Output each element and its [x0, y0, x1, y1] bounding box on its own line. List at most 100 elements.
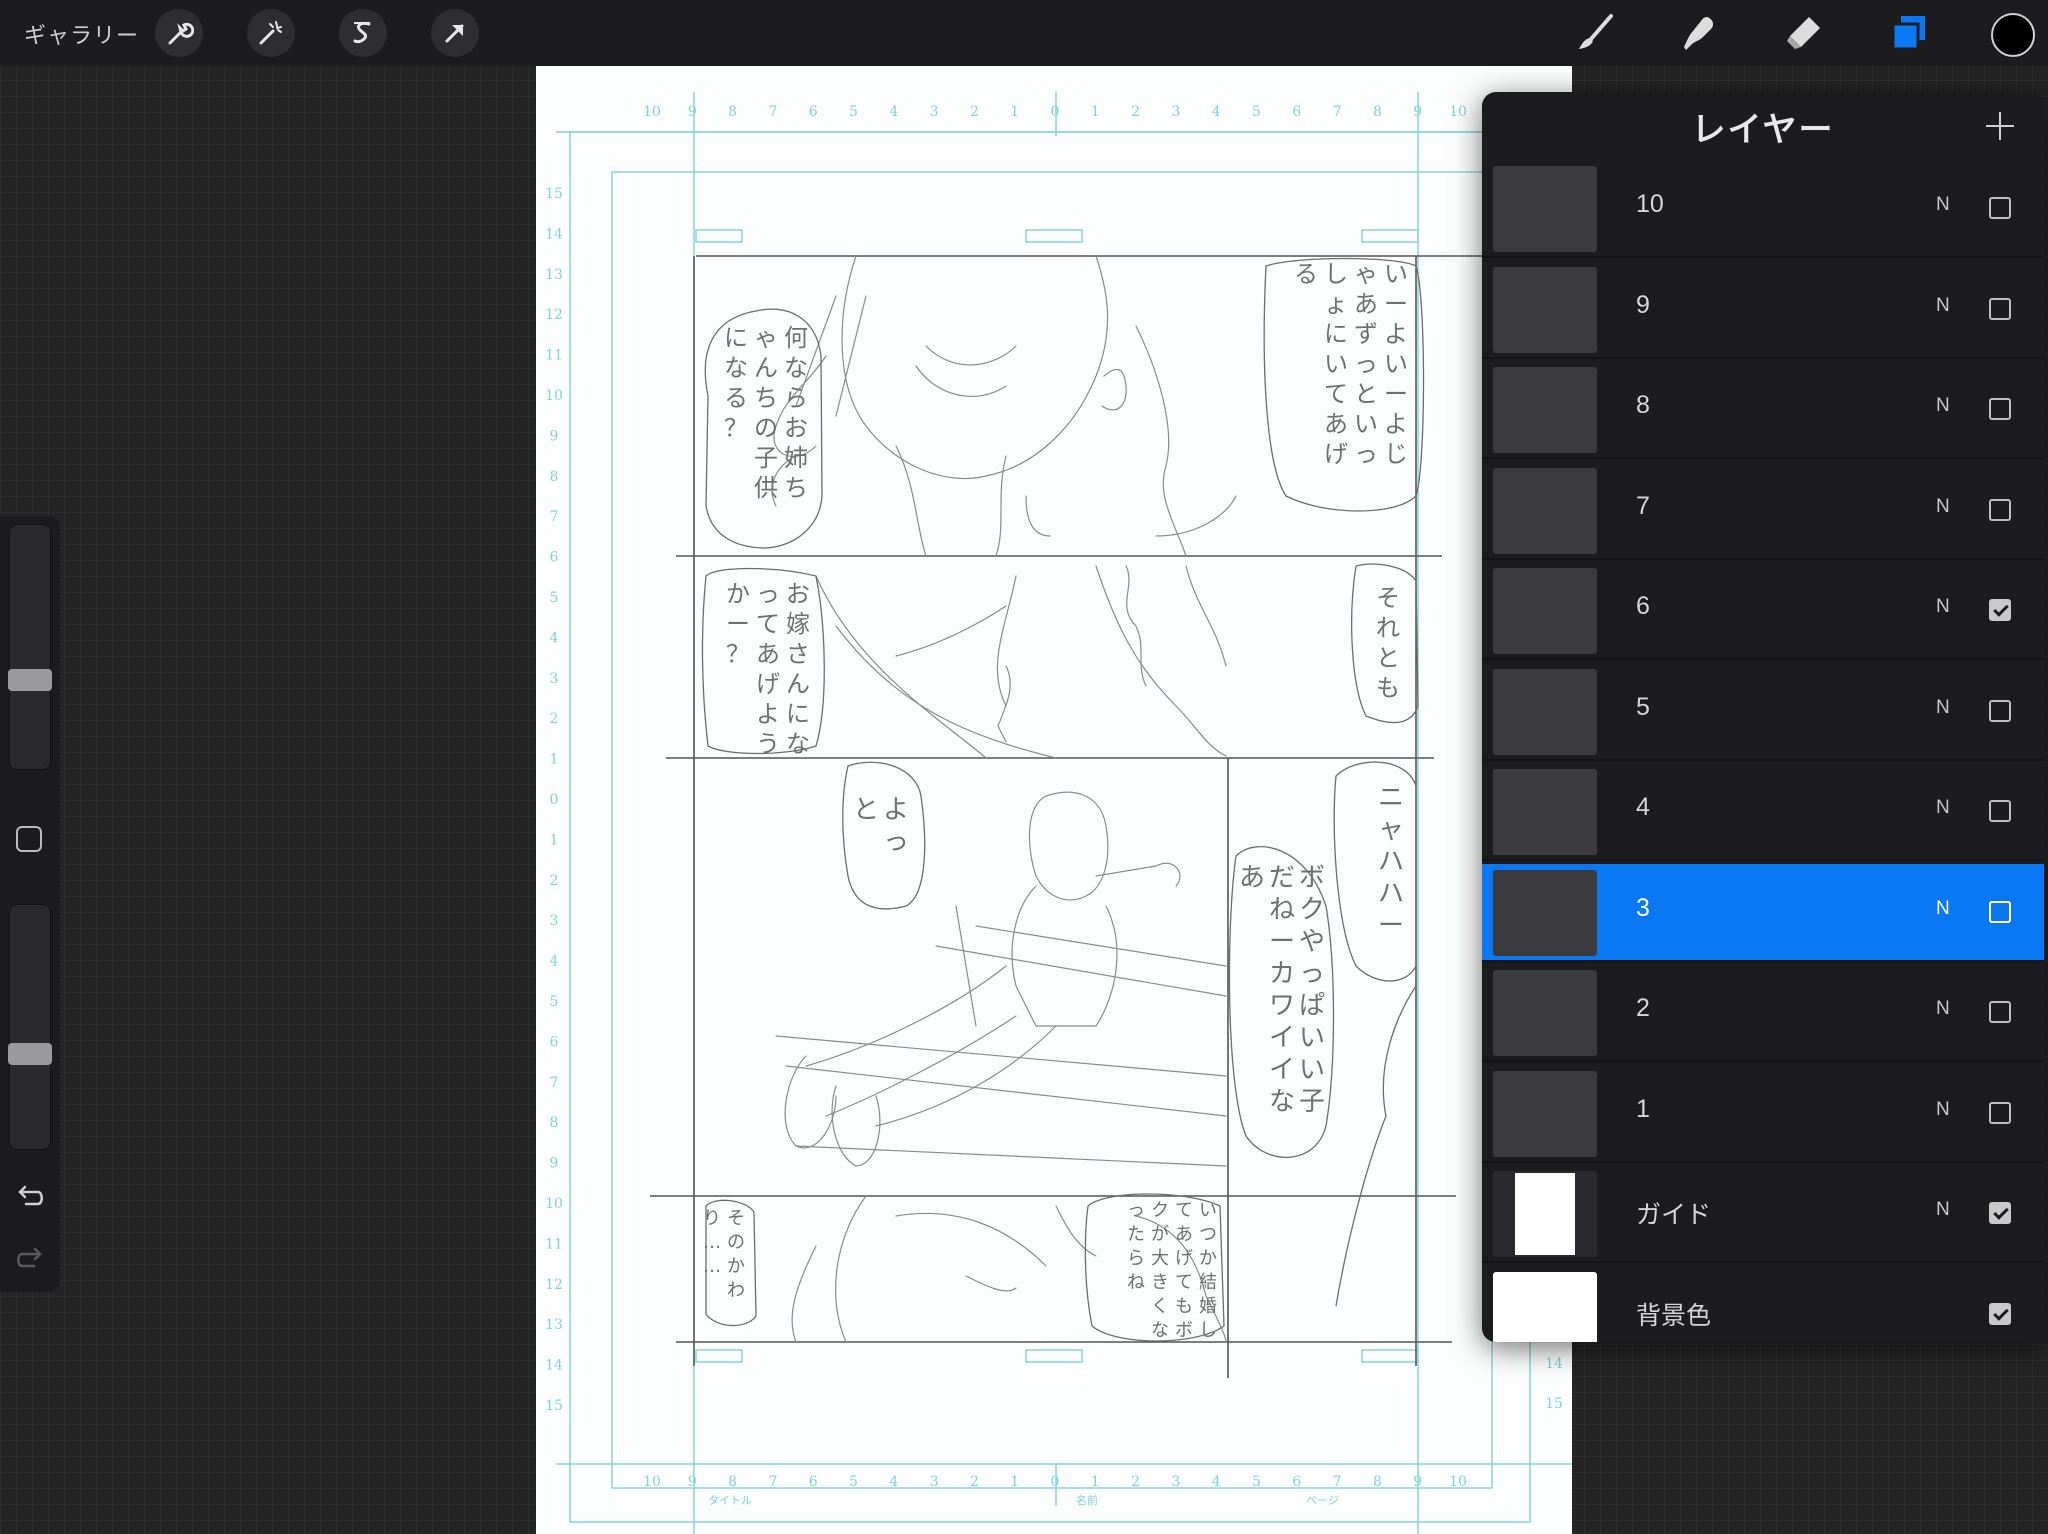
layer-visibility-checkbox[interactable]	[1989, 1202, 2011, 1224]
modify-button[interactable]	[16, 826, 42, 852]
ruler-top-label: 9	[688, 104, 697, 120]
opacity-slider[interactable]	[8, 904, 52, 1150]
layer-visibility-checkbox[interactable]	[1989, 800, 2011, 822]
ruler-top-label: 1	[1010, 104, 1019, 120]
layer-blend-mode[interactable]: N	[1936, 194, 1950, 216]
layer-thumbnail	[1493, 668, 1597, 755]
ruler-right: 14 15	[1545, 1356, 1563, 1412]
layer-visibility-checkbox[interactable]	[1989, 297, 2011, 320]
layer-visibility-checkbox[interactable]	[1989, 398, 2011, 420]
layer-row[interactable]: 7N	[1482, 461, 2044, 560]
ruler-bottom-label: 10	[643, 1474, 661, 1490]
speech-line: よっと	[853, 795, 909, 857]
layer-blend-mode[interactable]: N	[1936, 697, 1950, 719]
layer-name: 3	[1636, 893, 1650, 922]
label-title: タイトル	[708, 1494, 752, 1507]
arrow-cursor-icon	[445, 24, 464, 43]
ruler-left-label: 13	[545, 267, 563, 283]
layers-icon	[1891, 16, 1925, 51]
left-sidebar	[0, 516, 60, 1292]
ruler-bottom-label: 3	[930, 1474, 939, 1490]
layer-visibility-checkbox[interactable]	[1989, 498, 2011, 521]
layer-visibility-checkbox[interactable]	[1989, 900, 2011, 923]
transform-button[interactable]	[431, 9, 479, 57]
eraser-icon	[1787, 17, 1820, 49]
speech-text: 何ならお姉ちゃんちの子供になる？ いーよいーよじゃあずっといっしょにいてあげるお嫁…	[703, 260, 1408, 1341]
layer-blend-mode[interactable]: N	[1936, 295, 1950, 317]
layer-blend-mode[interactable]: N	[1936, 596, 1950, 618]
layer-row[interactable]: ガイド N	[1482, 1165, 2044, 1263]
layer-row[interactable]: 2N	[1482, 964, 2044, 1062]
ruler-left-label: 4	[550, 954, 559, 970]
ruler-bottom-label: 1	[1091, 1474, 1100, 1490]
layer-row[interactable]: 1N	[1482, 1064, 2044, 1163]
layer-blend-mode[interactable]: N	[1936, 898, 1950, 920]
layer-blend-mode[interactable]: N	[1936, 797, 1950, 819]
layer-visibility-checkbox[interactable]	[1989, 1001, 2011, 1023]
ruler-left-label: 1	[550, 832, 559, 848]
actions-button[interactable]	[155, 9, 203, 57]
layer-thumbnail	[1493, 1171, 1597, 1257]
speech-line: 何ならお姉ちゃんちの子供になる？	[724, 324, 808, 502]
layer-thumbnail	[1493, 869, 1597, 956]
layer-blend-mode[interactable]: N	[1936, 1099, 1950, 1121]
color-picker-button[interactable]	[1991, 13, 2035, 57]
layer-row[interactable]: 5N	[1482, 662, 2044, 761]
ruler-left-label: 2	[550, 711, 559, 727]
ruler-left-label: 15	[545, 1398, 563, 1414]
layer-name: 10	[1636, 190, 1664, 218]
drawing-canvas[interactable]: 10 9 8 7 6 5 4 3 2 1 0 1 2 3 4 5 6 7 8 9 10 10 9 8 7 6 5 4 3 2 1 0 1 2 3 4…	[536, 66, 1572, 1534]
layer-blend-mode[interactable]: N	[1936, 998, 1950, 1020]
speech-line: ニャハハー	[1378, 783, 1404, 941]
layer-row[interactable]: 10 N	[1482, 160, 2044, 258]
gallery-button[interactable]: ギャラリー	[24, 18, 139, 50]
layer-blend-mode[interactable]: N	[1936, 496, 1950, 518]
layer-row[interactable]: 9N	[1482, 260, 2044, 359]
layer-row[interactable]: 6N	[1482, 562, 2044, 660]
ruler-left-label: 12	[545, 1277, 563, 1293]
layer-visibility-checkbox[interactable]	[1989, 1302, 2011, 1325]
selection-button[interactable]	[339, 9, 387, 57]
layer-thumbnail	[1493, 367, 1597, 453]
ruler-left-label: 8	[550, 1115, 559, 1131]
layer-thumbnail	[1493, 1070, 1597, 1157]
layer-row[interactable]: 3N	[1482, 863, 2044, 962]
layer-thumbnail	[1493, 166, 1597, 252]
ruler-top-label: 10	[643, 104, 661, 120]
ruler-top-label: 3	[1171, 104, 1180, 120]
adjustments-button[interactable]	[247, 9, 295, 57]
redo-icon[interactable]	[14, 1246, 46, 1274]
layer-name: 9	[1636, 290, 1650, 319]
undo-icon[interactable]	[14, 1184, 46, 1212]
layer-row[interactable]: 8N	[1482, 361, 2044, 459]
smudge-button[interactable]	[1674, 8, 1724, 58]
ruler-bottom-label: 7	[768, 1474, 777, 1490]
ruler-bottom-label: 4	[889, 1474, 898, 1490]
layer-blend-mode[interactable]: N	[1936, 395, 1950, 417]
ruler-top-label: 2	[1131, 104, 1140, 120]
layer-row[interactable]: 背景色	[1482, 1265, 2044, 1342]
eraser-button[interactable]	[1778, 8, 1828, 58]
layer-visibility-checkbox[interactable]	[1989, 197, 2011, 219]
ruler-left-label: 11	[545, 1236, 563, 1252]
layer-blend-mode[interactable]: N	[1936, 1199, 1950, 1221]
ruler-top-label: 7	[768, 104, 777, 120]
brush-button[interactable]	[1570, 8, 1620, 58]
speech-line: それとも	[1376, 584, 1400, 702]
ruler-top-label: 2	[970, 104, 979, 120]
brush-size-thumb[interactable]	[8, 669, 52, 691]
layer-thumbnail	[1493, 467, 1597, 554]
layer-name: 4	[1636, 793, 1650, 821]
ruler-left-label: 3	[550, 913, 559, 929]
ruler-bottom-label: 5	[849, 1474, 858, 1490]
opacity-thumb[interactable]	[8, 1043, 52, 1065]
layer-visibility-checkbox[interactable]	[1989, 1101, 2011, 1124]
ruler-left: 1514131211109876543210123456789101112131…	[545, 186, 563, 1414]
layers-button[interactable]	[1884, 8, 1934, 58]
add-layer-button[interactable]	[1980, 106, 2020, 146]
layer-visibility-checkbox[interactable]	[1989, 599, 2011, 621]
brush-size-slider[interactable]	[8, 524, 52, 770]
layer-row[interactable]: 4N	[1482, 763, 2044, 861]
layer-name: 6	[1636, 592, 1650, 620]
layer-visibility-checkbox[interactable]	[1989, 699, 2011, 722]
